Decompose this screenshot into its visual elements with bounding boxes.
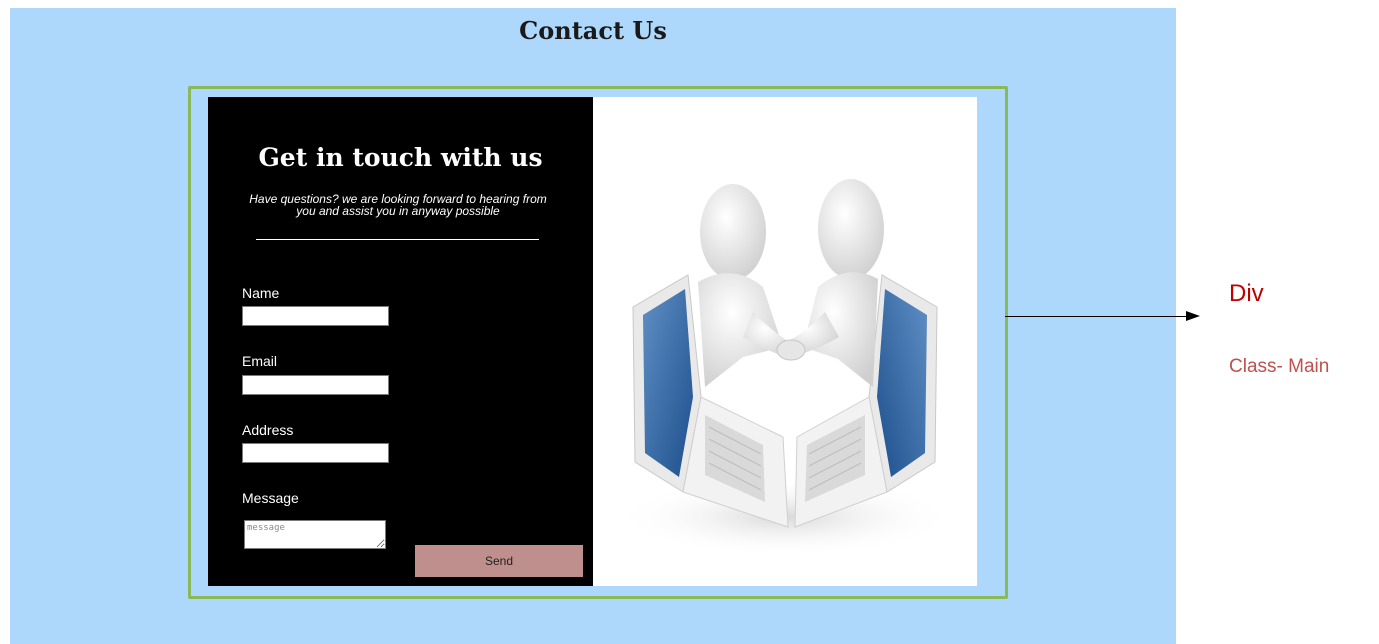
email-input[interactable]: [242, 375, 389, 395]
contact-form-panel: Get in touch with us Have questions? we …: [208, 97, 593, 586]
page-title: Contact Us: [519, 16, 667, 45]
email-label: Email: [242, 353, 278, 369]
form-heading: Get in touch with us: [258, 143, 543, 172]
form-subtitle: Have questions? we are looking forward t…: [249, 192, 547, 218]
annotation-arrow-icon: [1186, 311, 1200, 321]
handshake-laptops-icon: [615, 179, 955, 557]
message-textarea[interactable]: [244, 520, 386, 549]
annotation-div-label: Div: [1229, 280, 1264, 307]
name-input[interactable]: [242, 306, 389, 326]
annotation-class-label: Class- Main: [1229, 356, 1330, 377]
send-button[interactable]: Send: [415, 545, 583, 577]
annotation-line: [1005, 316, 1187, 317]
name-label: Name: [242, 285, 280, 301]
handshake-illustration: [593, 97, 977, 586]
heading-divider: [256, 239, 539, 240]
message-label: Message: [242, 490, 299, 506]
address-label: Address: [242, 422, 294, 438]
address-input[interactable]: [242, 443, 389, 463]
